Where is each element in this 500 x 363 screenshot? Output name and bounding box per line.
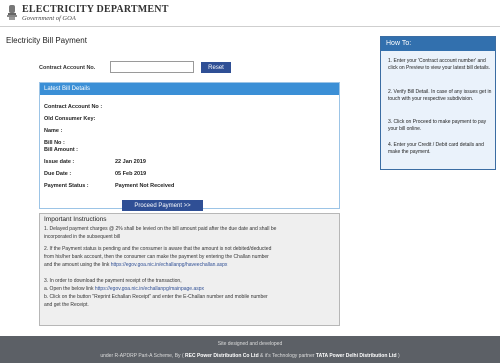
instruction-2c: and the amount using the link xyxy=(44,262,110,268)
site-footer: Site designed and developed under R-APDR… xyxy=(0,336,500,363)
footer-credit-line: Site designed and developed xyxy=(217,341,283,347)
bill-value-payment-status: Payment Not Received xyxy=(115,183,175,189)
instruction-2a: 2. If the Payment status is pending and … xyxy=(44,246,272,252)
instruction-2b: from his/her bank account, then the cons… xyxy=(44,254,269,260)
how-to-step-3: 3. Click on Proceed to make payment to p… xyxy=(388,119,487,132)
how-to-step-4: 4. Enter your Credit / Debit card detail… xyxy=(388,142,484,155)
mainpage-link[interactable]: https://egov.goa.nic.in/echallanpg/mainp… xyxy=(95,286,204,292)
how-to-panel: How To: 1. Enter your 'Contract account … xyxy=(380,36,496,170)
instruction-3a: 3. In order to download the payment rece… xyxy=(44,278,182,284)
haveechallan-link[interactable]: https://egov.goa.nic.in/echallanpg/havee… xyxy=(111,262,228,268)
instruction-3b: a. Open the below link xyxy=(44,286,94,292)
bill-label-old-key: Old Consumer Key: xyxy=(44,116,96,122)
footer-scheme-line: under R-APDRP Part-A Scheme, By ( REC Po… xyxy=(0,353,500,359)
site-header: ELECTRICITY DEPARTMENT Government of GOA xyxy=(0,0,500,27)
contract-account-input[interactable] xyxy=(110,61,194,73)
bill-label-issue-date: Issue date : xyxy=(44,159,75,165)
proceed-payment-button[interactable]: Proceed Payment >> xyxy=(122,200,203,211)
ashoka-emblem-icon xyxy=(7,5,17,20)
important-instructions-box: Important Instructions 1. Delayed paymen… xyxy=(39,213,340,326)
reset-button[interactable]: Reset xyxy=(201,62,231,73)
instruction-2c-row: and the amount using the link https://eg… xyxy=(44,262,336,269)
footer-suffix: ) xyxy=(397,353,400,359)
latest-bill-panel: Latest Bill Details Contract Account No … xyxy=(39,82,340,209)
footer-org-rec: REC Power Distribution Co Ltd xyxy=(185,353,259,359)
bill-label-name: Name : xyxy=(44,128,63,134)
latest-bill-heading: Latest Bill Details xyxy=(40,83,339,95)
footer-org-tata: TATA Power Delhi Distribution Ltd xyxy=(315,353,397,359)
instruction-3c: b. Click on the button "Reprint Echallan… xyxy=(44,294,268,300)
footer-mid: & it's Technology partner xyxy=(260,353,316,359)
instruction-1a: 1. Delayed payment charges @ 2% shall be… xyxy=(44,226,277,232)
instruction-3d: and get the Receipt. xyxy=(44,302,89,308)
bill-label-due-date: Due Date : xyxy=(44,171,72,177)
contract-account-label: Contract Account No. xyxy=(39,65,96,71)
how-to-step-1: 1. Enter your 'Contract account number' … xyxy=(388,58,490,71)
bill-label-contract: Contract Account No : xyxy=(44,104,103,110)
how-to-heading: How To: xyxy=(381,37,495,51)
page-title: Electricity Bill Payment xyxy=(6,36,87,45)
footer-prefix: under R-APDRP Part-A Scheme, By ( xyxy=(100,353,184,359)
bill-value-due-date: 05 Feb 2019 xyxy=(115,171,147,177)
instruction-3b-row: a. Open the below link https://egov.goa.… xyxy=(44,286,336,293)
instructions-title: Important Instructions xyxy=(44,216,107,223)
bill-label-bill-no: Bill No : xyxy=(44,140,65,146)
instruction-1b: incorporated in the subsequent bill xyxy=(44,234,121,240)
bill-label-amount: Bill Amount : xyxy=(44,147,79,153)
bill-label-payment-status: Payment Status : xyxy=(44,183,89,189)
department-subtitle: Government of GOA xyxy=(22,15,76,22)
how-to-step-2: 2. Verify Bill Detail. In case of any is… xyxy=(388,89,492,102)
bill-value-issue-date: 22 Jan 2019 xyxy=(115,159,146,165)
department-title: ELECTRICITY DEPARTMENT xyxy=(22,4,169,15)
